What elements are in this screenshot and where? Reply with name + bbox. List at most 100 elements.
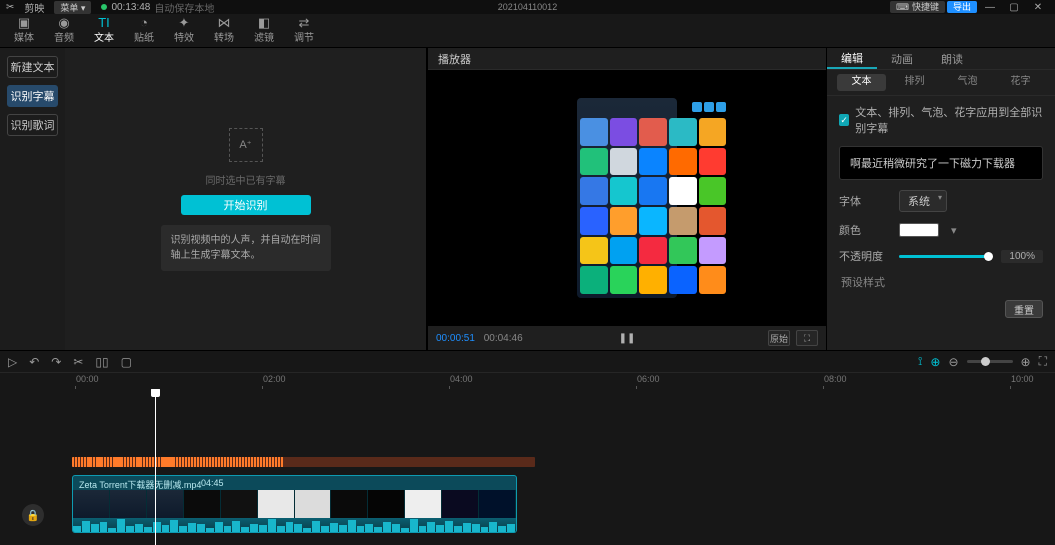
zoom-in-button[interactable]: ⊕ bbox=[1021, 355, 1031, 369]
checkbox-checked-icon[interactable]: ✓ bbox=[839, 114, 849, 126]
inspector-panel: 编辑 动画 朗读 文本 排列 气泡 花字 ✓ 文本、排列、气泡、花字应用到全部识… bbox=[827, 48, 1055, 350]
caption-track[interactable] bbox=[72, 457, 535, 467]
app-logo: ✂ bbox=[6, 2, 14, 13]
close-button[interactable]: ✕ bbox=[1027, 1, 1049, 13]
sidebar-new-text[interactable]: 新建文本 bbox=[7, 56, 58, 78]
clip-duration: 04:45 bbox=[201, 478, 224, 488]
select-tool[interactable]: ▷ bbox=[8, 355, 17, 369]
clip-thumbnails bbox=[73, 490, 516, 518]
current-time: 00:00:51 bbox=[436, 333, 475, 344]
color-picker[interactable] bbox=[899, 223, 939, 237]
fit-timeline-button[interactable]: ⛶ bbox=[1039, 354, 1047, 369]
time-display: 00:00:51 00:04:46 bbox=[436, 333, 523, 344]
player-stage[interactable] bbox=[428, 70, 826, 326]
time-ruler[interactable]: 00:00 02:00 04:00 06:00 08:00 10:00 bbox=[0, 373, 1055, 389]
status-dot-icon bbox=[101, 4, 107, 10]
font-select[interactable]: 系统▾ bbox=[899, 190, 947, 212]
preset-label: 预设样式 bbox=[839, 274, 1043, 290]
main-menu-dropdown[interactable]: 菜单 ▾ bbox=[54, 1, 91, 14]
tick-label: 04:00 bbox=[450, 374, 473, 384]
playhead[interactable] bbox=[155, 389, 156, 545]
video-clip[interactable]: Zeta Torrent下载器无删减.mp4 04:45 bbox=[72, 475, 517, 533]
reset-button[interactable]: 重置 bbox=[1005, 300, 1043, 318]
subtab-bubble[interactable]: 气泡 bbox=[943, 74, 992, 91]
opacity-label: 不透明度 bbox=[839, 248, 887, 264]
player-controls: 00:00:51 00:04:46 ❚❚ 原始 ⛶ bbox=[428, 326, 826, 350]
tick-label: 06:00 bbox=[637, 374, 660, 384]
start-recognize-button[interactable]: 开始识别 bbox=[181, 195, 311, 215]
transition-icon: ⋈ bbox=[218, 16, 231, 29]
timeline-toolbar: ▷ ↶ ↷ ✂ ▯▯ ▢ ⟟ ⊕ ⊖ ⊕ ⛶ bbox=[0, 351, 1055, 373]
tab-transition[interactable]: ⋈转场 bbox=[204, 13, 244, 47]
tab-audio[interactable]: ◉音频 bbox=[44, 13, 84, 47]
snap-button[interactable]: ⟟ bbox=[918, 354, 922, 369]
inspector-subtabs: 文本 排列 气泡 花字 bbox=[827, 70, 1055, 96]
split-button[interactable]: ✂ bbox=[73, 355, 83, 369]
aspect-ratio-button[interactable]: 原始 bbox=[768, 330, 790, 346]
tab-sticker[interactable]: ◔贴纸 bbox=[124, 13, 164, 47]
tab-media[interactable]: ▣媒体 bbox=[4, 13, 44, 47]
recognize-panel: A⁺ 同时选中已有字幕 开始识别 识别视频中的人声，并自动在时间轴上生成字幕文本… bbox=[65, 48, 426, 350]
export-button[interactable]: 导出 bbox=[947, 1, 977, 13]
tab-filter[interactable]: ◧滤镜 bbox=[244, 13, 284, 47]
total-duration: 00:04:46 bbox=[484, 333, 523, 344]
preview-mode-button[interactable]: ⊕ bbox=[930, 355, 940, 369]
sidebar-lyrics[interactable]: 识别歌词 bbox=[7, 114, 58, 136]
text-sidebar: 新建文本 识别字幕 识别歌词 bbox=[0, 48, 65, 350]
clip-name: Zeta Torrent下载器无删减.mp4 bbox=[79, 478, 201, 491]
undo-button[interactable]: ↶ bbox=[29, 355, 39, 369]
timeline-tracks[interactable]: 🔒 Zeta Torrent下载器无删减.mp4 04:45 bbox=[0, 389, 1055, 545]
caption-placeholder-icon: A⁺ bbox=[229, 128, 263, 162]
preview-frame bbox=[577, 98, 677, 298]
tick-label: 00:00 bbox=[76, 374, 99, 384]
sidebar-auto-caption[interactable]: 识别字幕 bbox=[7, 85, 58, 107]
asset-panel: 新建文本 识别字幕 识别歌词 A⁺ 同时选中已有字幕 开始识别 识别视频中的人声… bbox=[0, 48, 427, 350]
maximize-button[interactable]: ▢ bbox=[1003, 1, 1025, 13]
cut-button[interactable]: ▯▯ bbox=[95, 355, 108, 369]
tab-effect[interactable]: ✦特效 bbox=[164, 13, 204, 47]
slider-thumb[interactable] bbox=[984, 252, 993, 261]
text-icon: TI bbox=[98, 16, 110, 29]
caption-text-input[interactable]: 啊最近稍微研究了一下磁力下载器 bbox=[839, 146, 1043, 180]
sticker-icon: ◔ bbox=[140, 16, 148, 29]
apply-all-row[interactable]: ✓ 文本、排列、气泡、花字应用到全部识别字幕 bbox=[839, 104, 1043, 136]
audio-icon: ◉ bbox=[58, 16, 69, 29]
effect-icon: ✦ bbox=[179, 16, 190, 29]
tab-read[interactable]: 朗读 bbox=[927, 48, 977, 69]
delete-button[interactable]: ▢ bbox=[121, 355, 132, 369]
clip-waveform bbox=[73, 518, 516, 532]
tab-text[interactable]: TI文本 bbox=[84, 13, 124, 47]
tick-label: 02:00 bbox=[263, 374, 286, 384]
track-lock-button[interactable]: 🔒 bbox=[22, 504, 44, 526]
apply-all-label: 文本、排列、气泡、花字应用到全部识别字幕 bbox=[855, 104, 1043, 136]
tab-edit[interactable]: 编辑 bbox=[827, 48, 877, 69]
project-title: 202104110012 bbox=[498, 2, 557, 12]
recognize-note: 同时选中已有字幕 bbox=[206, 172, 286, 187]
color-dropdown-icon[interactable]: ▾ bbox=[951, 224, 957, 237]
minimize-button[interactable]: — bbox=[979, 1, 1001, 13]
tick-label: 08:00 bbox=[824, 374, 847, 384]
fullscreen-button[interactable]: ⛶ bbox=[796, 330, 818, 346]
tab-animation[interactable]: 动画 bbox=[877, 48, 927, 69]
adjust-icon: ⇄ bbox=[299, 16, 310, 29]
recognize-description: 识别视频中的人声，并自动在时间轴上生成字幕文本。 bbox=[161, 225, 331, 271]
redo-button[interactable]: ↷ bbox=[51, 355, 61, 369]
primary-toolbar: ▣媒体 ◉音频 TI文本 ◔贴纸 ✦特效 ⋈转场 ◧滤镜 ⇄调节 bbox=[0, 14, 1055, 48]
opacity-value[interactable]: 100% bbox=[1001, 250, 1043, 263]
media-icon: ▣ bbox=[18, 16, 30, 29]
inspector-tabs: 编辑 动画 朗读 bbox=[827, 48, 1055, 70]
zoom-out-button[interactable]: ⊖ bbox=[948, 355, 958, 369]
zoom-slider[interactable] bbox=[967, 360, 1013, 363]
player-title: 播放器 bbox=[428, 48, 826, 70]
inspector-form: ✓ 文本、排列、气泡、花字应用到全部识别字幕 啊最近稍微研究了一下磁力下载器 字… bbox=[827, 96, 1055, 326]
subtab-fancy[interactable]: 花字 bbox=[996, 74, 1045, 91]
subtab-text[interactable]: 文本 bbox=[837, 74, 886, 91]
subtab-arrange[interactable]: 排列 bbox=[890, 74, 939, 91]
tab-adjust[interactable]: ⇄调节 bbox=[284, 13, 324, 47]
filter-icon: ◧ bbox=[258, 16, 270, 29]
font-label: 字体 bbox=[839, 193, 887, 209]
shortcut-button[interactable]: ⌨ 快捷键 bbox=[890, 1, 945, 13]
opacity-slider[interactable] bbox=[899, 255, 989, 258]
play-pause-button[interactable]: ❚❚ bbox=[619, 333, 636, 344]
main-area: 新建文本 识别字幕 识别歌词 A⁺ 同时选中已有字幕 开始识别 识别视频中的人声… bbox=[0, 48, 1055, 350]
